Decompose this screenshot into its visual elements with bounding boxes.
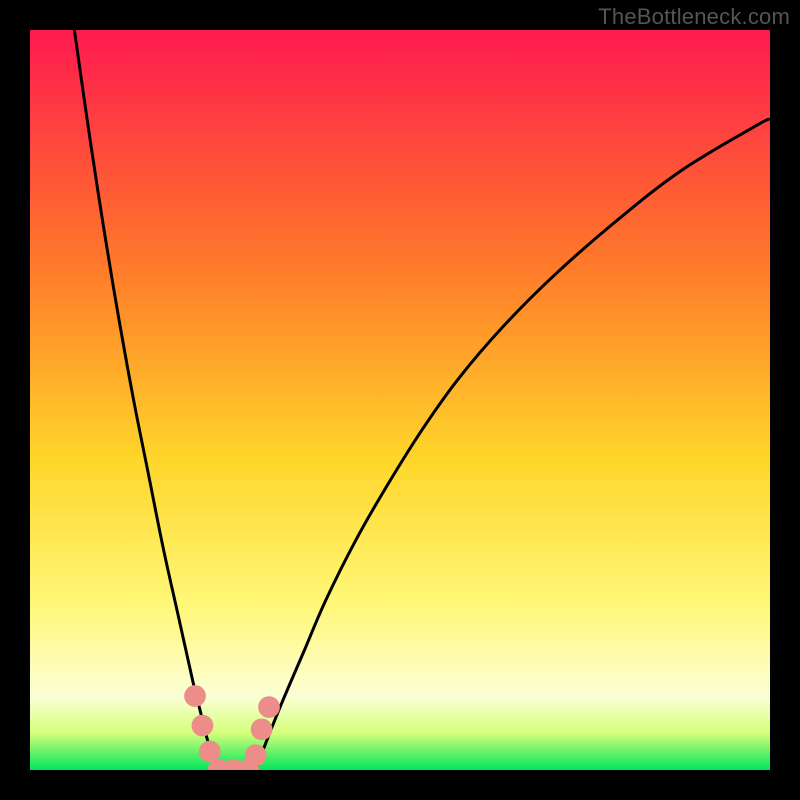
highlight-marker [185,686,206,707]
bottleneck-curve [74,30,770,770]
chart-frame: TheBottleneck.com [0,0,800,800]
highlight-marker [192,715,213,736]
bottleneck-curve-layer [30,30,770,770]
highlight-marker [199,741,220,762]
watermark-text: TheBottleneck.com [598,4,790,30]
highlight-markers [185,686,280,770]
highlight-marker [259,697,280,718]
plot-area [30,30,770,770]
highlight-marker [245,745,266,766]
highlight-marker [251,719,272,740]
